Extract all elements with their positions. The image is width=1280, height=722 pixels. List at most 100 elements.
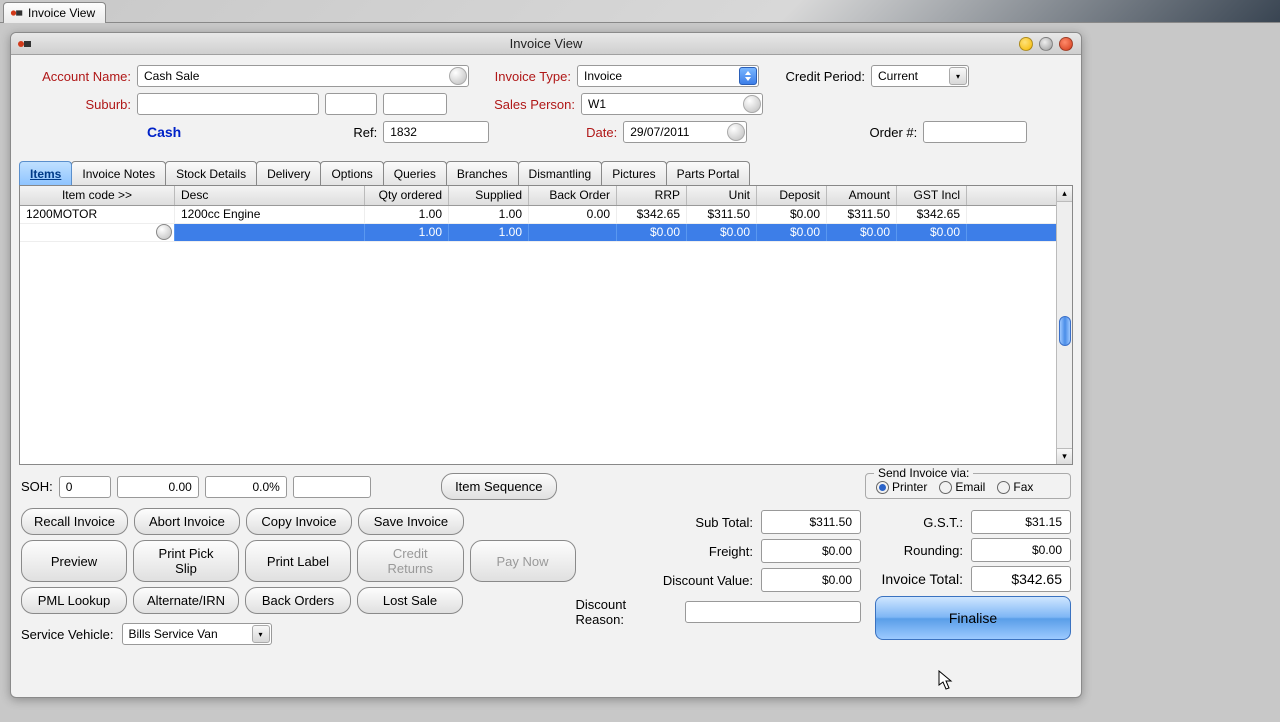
col-deposit[interactable]: Deposit — [757, 186, 827, 205]
suburb-field[interactable] — [137, 93, 319, 115]
alternate-irn-button[interactable]: Alternate/IRN — [133, 587, 239, 614]
print-pick-slip-button[interactable]: Print Pick Slip — [133, 540, 239, 582]
minimize-button[interactable] — [1019, 37, 1033, 51]
cash-indicator: Cash — [147, 124, 181, 140]
items-grid: Item code >> Desc Qty ordered Supplied B… — [19, 185, 1073, 465]
state-field[interactable] — [325, 93, 377, 115]
date-label: Date: — [521, 125, 617, 140]
col-unit[interactable]: Unit — [687, 186, 757, 205]
soh-extra-field[interactable] — [293, 476, 371, 498]
col-gst-incl[interactable]: GST Incl — [897, 186, 967, 205]
date-picker-icon[interactable] — [727, 123, 745, 141]
tab-branches[interactable]: Branches — [446, 161, 519, 185]
send-email-radio[interactable]: Email — [939, 480, 985, 494]
discount-reason-label: Discount Reason: — [576, 597, 677, 627]
date-field[interactable]: 29/07/2011 — [623, 121, 747, 143]
table-row[interactable]: 1200MOTOR 1200cc Engine 1.00 1.00 0.00 $… — [20, 206, 1072, 224]
invoice-total-value: $342.65 — [971, 566, 1071, 592]
tab-bar: Items Invoice Notes Stock Details Delive… — [19, 161, 1073, 185]
soh-qty-field[interactable]: 0 — [59, 476, 111, 498]
lower-panel: SOH: 0 0.00 0.0% Item Sequence Send Invo… — [11, 465, 1081, 653]
close-button[interactable] — [1059, 37, 1073, 51]
dropdown-icon[interactable] — [739, 67, 757, 85]
col-supplied[interactable]: Supplied — [449, 186, 529, 205]
service-vehicle-select[interactable]: Bills Service Van ▾ — [122, 623, 272, 645]
send-invoice-group: Send Invoice via: Printer Email Fax — [865, 473, 1071, 499]
discount-reason-field[interactable] — [685, 601, 861, 623]
invoice-type-select[interactable]: Invoice — [577, 65, 759, 87]
finalise-button[interactable]: Finalise — [875, 596, 1071, 640]
soh-pct-field[interactable]: 0.0% — [205, 476, 287, 498]
pay-now-button[interactable]: Pay Now — [470, 540, 576, 582]
file-tab-title: Invoice View — [28, 6, 95, 20]
send-printer-radio[interactable]: Printer — [876, 480, 927, 494]
tab-delivery[interactable]: Delivery — [256, 161, 321, 185]
grid-header: Item code >> Desc Qty ordered Supplied B… — [20, 186, 1072, 206]
tab-dismantling[interactable]: Dismantling — [518, 161, 603, 185]
tab-invoice-notes[interactable]: Invoice Notes — [71, 161, 166, 185]
scroll-down-icon[interactable]: ▾ — [1057, 448, 1072, 464]
save-invoice-button[interactable]: Save Invoice — [358, 508, 464, 535]
tab-strip-divider — [0, 22, 1280, 23]
suburb-label: Suburb: — [23, 97, 131, 112]
tab-queries[interactable]: Queries — [383, 161, 447, 185]
table-row-selected[interactable]: 1.00 1.00 $0.00 $0.00 $0.00 $0.00 $0.00 — [20, 224, 1072, 242]
freight-label: Freight: — [709, 544, 753, 559]
scrollbar-thumb[interactable] — [1059, 316, 1071, 346]
col-rrp[interactable]: RRP — [617, 186, 687, 205]
freight-value[interactable]: $0.00 — [761, 539, 861, 563]
tab-options[interactable]: Options — [320, 161, 383, 185]
credit-period-label: Credit Period: — [765, 69, 865, 84]
col-amount[interactable]: Amount — [827, 186, 897, 205]
soh-value-field[interactable]: 0.00 — [117, 476, 199, 498]
col-qty[interactable]: Qty ordered — [365, 186, 449, 205]
sales-person-field[interactable]: W1 — [581, 93, 763, 115]
window-titlebar[interactable]: Invoice View — [11, 33, 1081, 55]
tab-items[interactable]: Items — [19, 161, 72, 185]
ref-field[interactable]: 1832 — [383, 121, 489, 143]
col-desc[interactable]: Desc — [175, 186, 365, 205]
back-orders-button[interactable]: Back Orders — [245, 587, 351, 614]
invoice-type-value: Invoice — [584, 69, 622, 83]
pml-lookup-button[interactable]: PML Lookup — [21, 587, 127, 614]
item-sequence-button[interactable]: Item Sequence — [441, 473, 557, 500]
invoice-total-label: Invoice Total: — [882, 571, 963, 587]
send-fax-radio[interactable]: Fax — [997, 480, 1033, 494]
tab-pictures[interactable]: Pictures — [601, 161, 666, 185]
print-label-button[interactable]: Print Label — [245, 540, 351, 582]
invoice-window: Invoice View Account Name: Cash Sale Inv… — [10, 32, 1082, 698]
postcode-field[interactable] — [383, 93, 447, 115]
window-title: Invoice View — [510, 36, 583, 51]
credit-period-select[interactable]: Current ▾ — [871, 65, 969, 87]
abort-invoice-button[interactable]: Abort Invoice — [134, 508, 240, 535]
vertical-scrollbar[interactable]: ▴ ▾ — [1056, 186, 1072, 464]
credit-returns-button[interactable]: Credit Returns — [357, 540, 464, 582]
discount-value[interactable]: $0.00 — [761, 568, 861, 592]
dropdown-icon[interactable]: ▾ — [949, 67, 967, 85]
lost-sale-button[interactable]: Lost Sale — [357, 587, 463, 614]
credit-period-value: Current — [878, 69, 918, 83]
order-number-field[interactable] — [923, 121, 1027, 143]
account-lookup-icon[interactable] — [449, 67, 467, 85]
date-value: 29/07/2011 — [630, 125, 689, 139]
account-name-field[interactable]: Cash Sale — [137, 65, 469, 87]
maximize-button[interactable] — [1039, 37, 1053, 51]
scroll-up-icon[interactable]: ▴ — [1057, 186, 1072, 202]
preview-button[interactable]: Preview — [21, 540, 127, 582]
recall-invoice-button[interactable]: Recall Invoice — [21, 508, 128, 535]
item-lookup-icon[interactable] — [156, 224, 172, 240]
form-area: Account Name: Cash Sale Invoice Type: In… — [11, 55, 1081, 155]
tab-parts-portal[interactable]: Parts Portal — [666, 161, 751, 185]
col-back-order[interactable]: Back Order — [529, 186, 617, 205]
soh-label: SOH: — [21, 479, 53, 494]
copy-invoice-button[interactable]: Copy Invoice — [246, 508, 352, 535]
subtotal-value: $311.50 — [761, 510, 861, 534]
col-item-code[interactable]: Item code >> — [20, 186, 175, 205]
sales-person-lookup-icon[interactable] — [743, 95, 761, 113]
app-icon — [10, 6, 24, 20]
tab-stock-details[interactable]: Stock Details — [165, 161, 257, 185]
rounding-value: $0.00 — [971, 538, 1071, 562]
app-icon — [17, 36, 33, 52]
file-tab[interactable]: Invoice View — [3, 2, 106, 23]
dropdown-icon[interactable]: ▾ — [252, 625, 270, 643]
